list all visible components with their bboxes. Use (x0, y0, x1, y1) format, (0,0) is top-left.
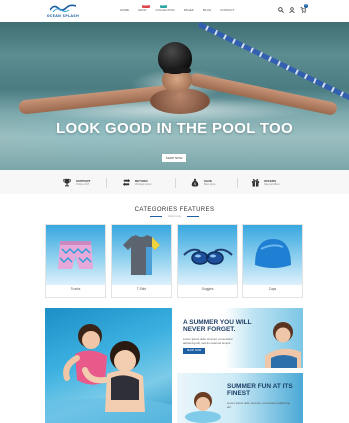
feature-subtitle: Best price (204, 182, 216, 186)
fun-banner-title-line1: SUMMER FUN AT ITS (227, 383, 293, 390)
family-photo (45, 324, 172, 423)
features-strip: SUPPORT Online 24/7 RETURN 30 days retur… (0, 170, 349, 194)
cart-icon[interactable]: 0 (299, 4, 308, 14)
woman-swimmer-photo (265, 322, 301, 368)
new-badge: NEW (159, 5, 167, 8)
trophy-icon (62, 178, 72, 188)
divider (237, 178, 238, 188)
category-label: Trunks (70, 287, 81, 291)
category-card-tshirt[interactable]: T-Shirt (111, 224, 172, 298)
summer-banner-text: Lorem ipsum dolor sit amet, consectetur … (183, 337, 233, 345)
category-card-trunks[interactable]: Trunks (45, 224, 106, 298)
divider (175, 178, 176, 188)
money-bag-icon: $ (190, 178, 200, 188)
summer-banner[interactable]: A SUMMER YOU WILL NEVER FORGET. Lorem ip… (177, 308, 303, 368)
nav-label: HOME (120, 8, 129, 12)
categories-heading: CATEGORIES FEATURES (134, 207, 215, 213)
nav-label: SHOP (138, 8, 147, 12)
refresh-icon (121, 178, 131, 188)
feature-save: $ SAVE Best price (190, 176, 216, 189)
girl-swimmer-photo (185, 392, 221, 423)
nav-item-contact[interactable]: CONTACT (220, 8, 234, 13)
swim-cap-icon (255, 239, 291, 268)
divider (106, 178, 107, 188)
swim-trunks-icon (58, 241, 93, 269)
swimmer-body (150, 88, 210, 114)
user-icon[interactable] (288, 6, 295, 14)
heading-underline (187, 216, 199, 217)
hero-title: LOOK GOOD IN THE POOL TOO (56, 120, 293, 137)
hero-banner: LOOK GOOD IN THE POOL TOO SHOP NOW (0, 22, 349, 170)
feature-support: SUPPORT Online 24/7 (62, 176, 91, 189)
family-pool-banner[interactable] (45, 308, 172, 423)
summer-banner-title-line2: NEVER FORGET. (183, 326, 236, 333)
site-header: OCEAN SPLASH HOME SHOP SALE COLLECTION N… (0, 0, 349, 22)
summer-banner-title-line1: A SUMMER YOU WILL (183, 319, 252, 326)
nav-item-collection[interactable]: COLLECTION NEW (155, 5, 175, 13)
fun-banner-text: Lorem ipsum dolor sit amet, consectetur … (227, 401, 290, 409)
nav-item-blog[interactable]: BLOG (203, 8, 211, 13)
search-icon[interactable] (277, 6, 284, 14)
cart-count-badge: 0 (304, 4, 308, 8)
gift-icon (250, 178, 260, 188)
nav-item-pages[interactable]: PAGES (184, 8, 194, 13)
nav-label: BLOG (202, 8, 212, 12)
site-logo[interactable]: OCEAN SPLASH (44, 4, 82, 19)
nav-label: COLLECTION (155, 8, 175, 12)
nav-item-shop[interactable]: SHOP SALE (138, 5, 150, 13)
feature-subtitle: Special offers (264, 182, 280, 186)
sale-badge: SALE (142, 5, 150, 8)
category-image (46, 225, 105, 285)
category-image (112, 225, 171, 285)
fun-banner[interactable]: SUMMER FUN AT ITS FINEST Lorem ipsum dol… (177, 373, 303, 423)
logo-text: OCEAN SPLASH (46, 14, 80, 18)
nav-item-home[interactable]: HOME (120, 8, 129, 13)
nav-label: CONTACT (220, 8, 235, 12)
category-label: Caps (268, 287, 277, 291)
tshirt-icon (123, 235, 160, 275)
category-card-goggles[interactable]: Goggles (177, 224, 238, 298)
main-nav: HOME SHOP SALE COLLECTION NEW PAGES BLOG… (120, 5, 234, 13)
swimmer-goggles (163, 68, 191, 73)
category-label: T-Shirt (136, 287, 147, 291)
feature-subtitle: 30 days return (135, 182, 152, 186)
fun-banner-title-line2: FINEST (227, 390, 251, 397)
category-image (243, 225, 302, 285)
category-label: Goggles (201, 287, 214, 291)
feature-return: RETURN 30 days return (121, 176, 152, 189)
nav-label: PAGES (183, 8, 194, 12)
category-image (178, 225, 237, 285)
categories-subheading: shop now (168, 214, 181, 218)
header-actions: 0 (277, 4, 308, 14)
feature-offers: OFFERS Special offers (250, 176, 280, 189)
feature-subtitle: Online 24/7 (76, 182, 90, 186)
summer-banner-button[interactable]: SHOP NOW (183, 348, 205, 354)
goggles-icon (183, 248, 233, 265)
svg-text:$: $ (194, 182, 196, 186)
hero-shop-button[interactable]: SHOP NOW (162, 154, 186, 162)
category-card-caps[interactable]: Caps (242, 224, 303, 298)
wave-logo-icon (50, 4, 76, 12)
